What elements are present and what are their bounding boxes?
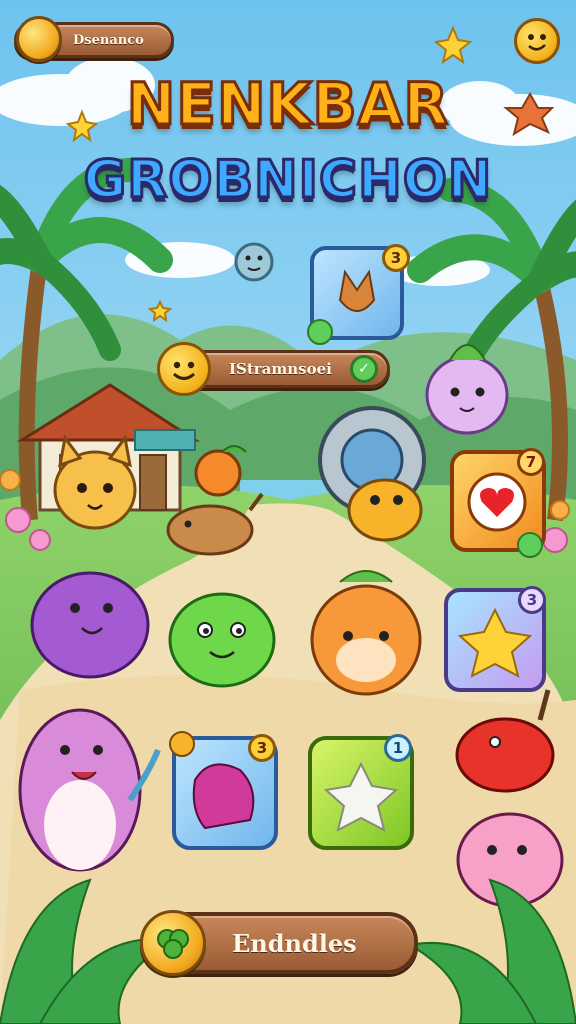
clover-coin-icon	[140, 910, 206, 976]
quest-check-badge[interactable]: ✓	[350, 355, 378, 383]
smiley-face-icon[interactable]	[514, 18, 560, 64]
profile-label: Dsenanco	[73, 32, 144, 48]
quest-smiley-icon	[157, 342, 211, 396]
white-star-card[interactable]	[310, 738, 412, 848]
purple-bear-creature	[30, 571, 150, 679]
monster-card[interactable]	[174, 738, 276, 848]
profile-coin-icon[interactable]	[16, 16, 62, 62]
endless-mode-label: Endndles	[232, 928, 357, 958]
green-blob-creature	[168, 592, 276, 688]
star-card[interactable]	[446, 590, 544, 690]
blue-blob-creature	[234, 242, 274, 282]
cat-card[interactable]	[312, 248, 402, 338]
quest-bar-label: IStramnsoei	[229, 360, 332, 378]
game-scene: Dsenanco NENKBAR GROBNICHON IStramnsoei …	[0, 0, 576, 1024]
yellow-cat-creature	[53, 434, 137, 530]
game-title-line2: GROBNICHON	[82, 149, 493, 212]
heart-card[interactable]	[452, 452, 544, 550]
game-title-line1: NENKBAR	[125, 69, 450, 140]
